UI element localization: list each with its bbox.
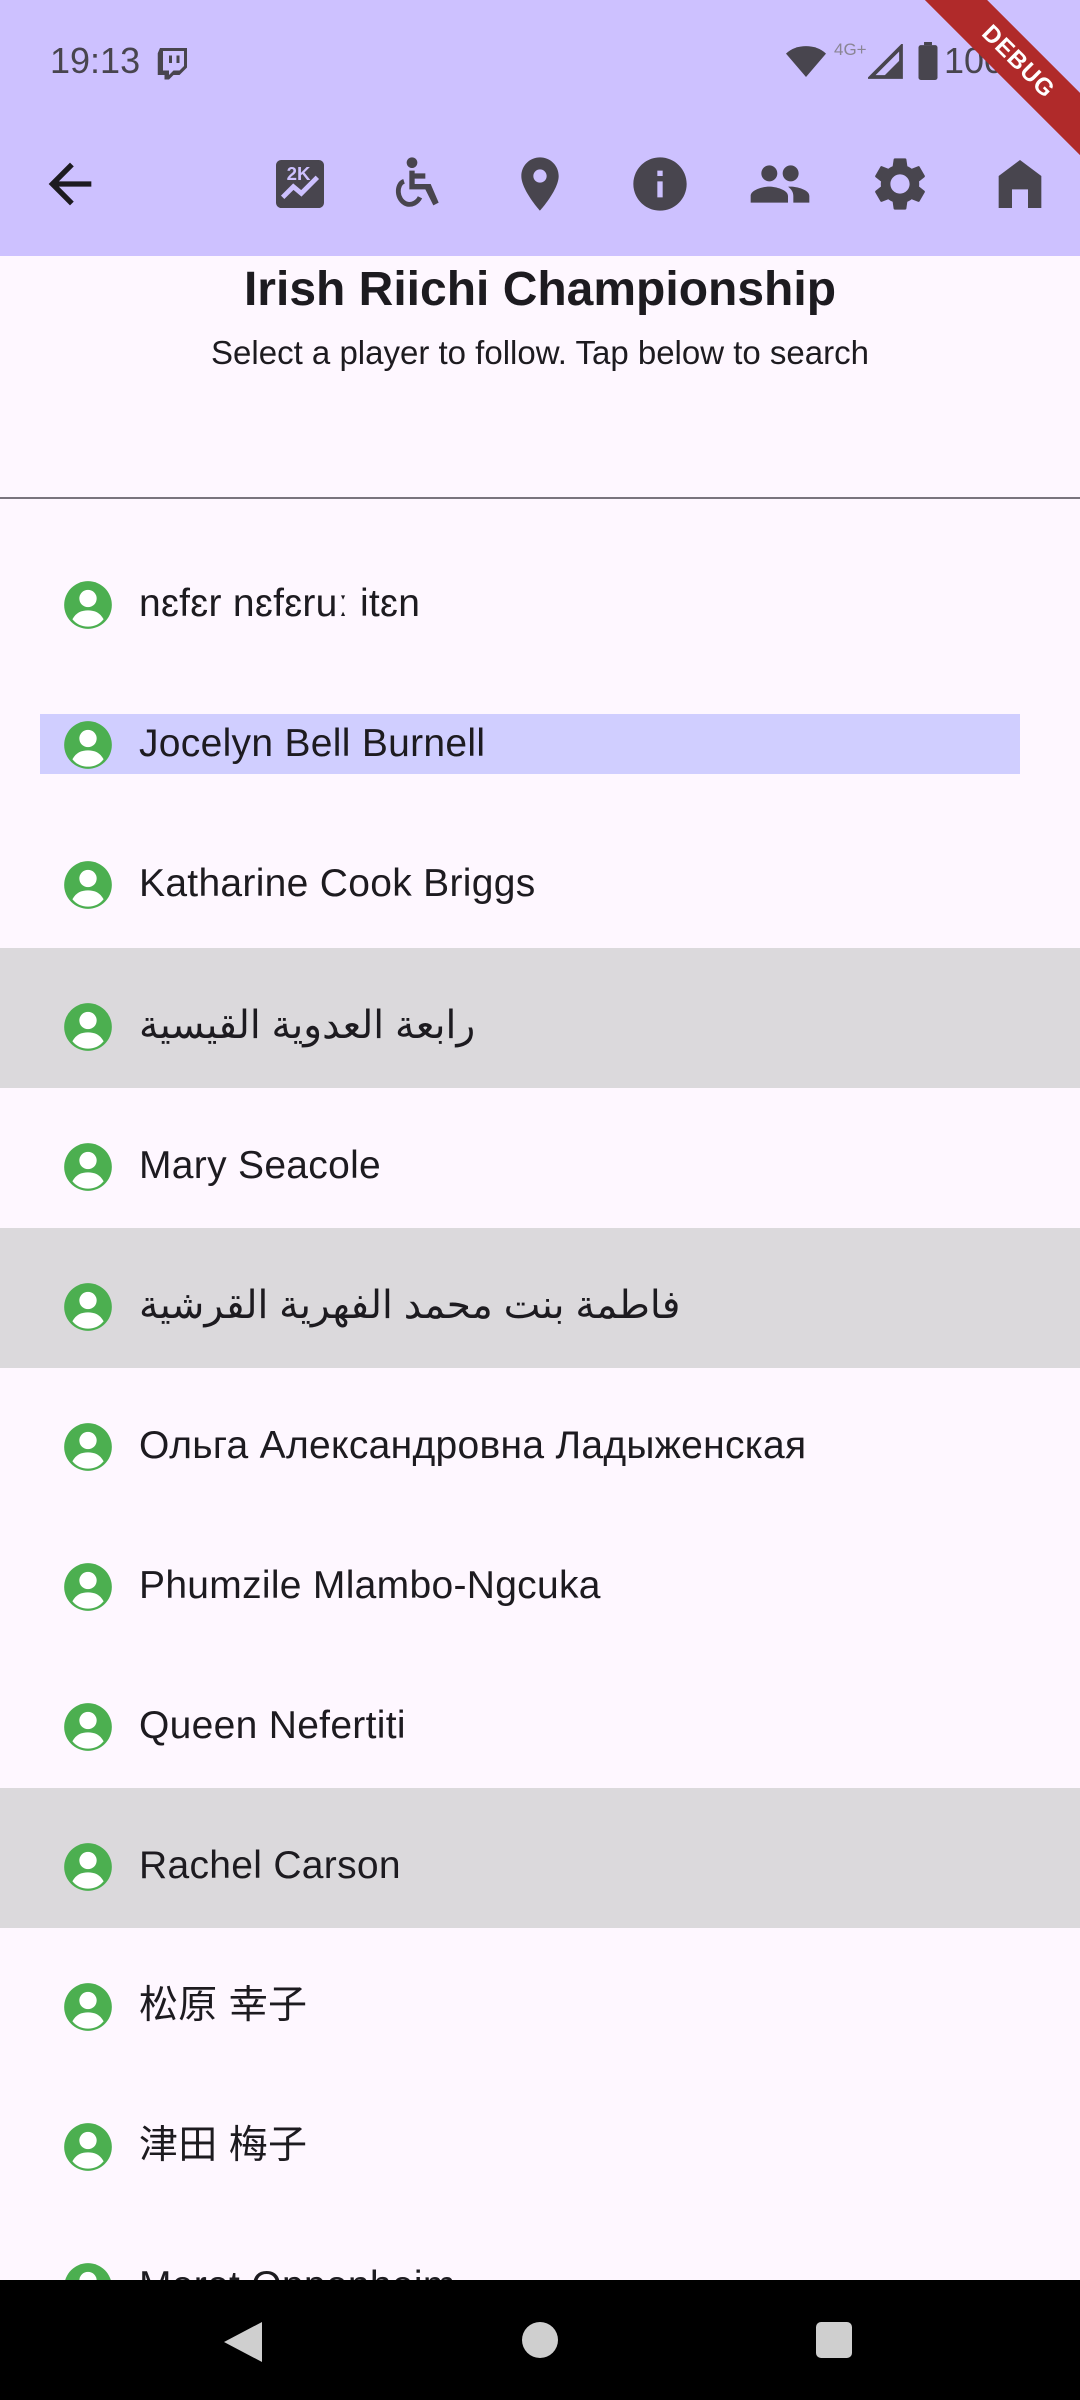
- person-icon: [64, 1563, 112, 1611]
- player-name: Katharine Cook Briggs: [139, 862, 536, 905]
- person-icon: [64, 2123, 112, 2171]
- person-icon: [64, 1843, 112, 1891]
- list-item-player-6[interactable]: فاطمة بنت محمد الفهرية القرشية: [0, 1228, 1080, 1368]
- list-item-player-11[interactable]: 松原 幸子: [0, 1928, 1080, 2068]
- player-name: 津田 梅子: [139, 2124, 308, 2167]
- players-icon: [750, 165, 810, 203]
- person-icon: [64, 861, 112, 909]
- players-button[interactable]: [748, 152, 812, 216]
- player-name: فاطمة بنت محمد الفهرية القرشية: [139, 1284, 681, 1327]
- page-title: Irish Riichi Championship: [243, 263, 837, 316]
- player-name: رابعة العدوية القيسية: [139, 1004, 476, 1047]
- settings-icon: [875, 158, 925, 210]
- network-type-label: 4G+: [834, 40, 867, 59]
- player-name: Rachel Carson: [139, 1844, 401, 1887]
- search-field-underline[interactable]: [0, 497, 1080, 499]
- player-name: Meret Oppenheim: [139, 2258, 456, 2280]
- recents-square-icon[interactable]: [816, 2322, 852, 2358]
- signal-icon: [868, 44, 903, 79]
- list-item-player-5[interactable]: Mary Seacole: [0, 1088, 1080, 1228]
- page-subtitle: Select a player to follow. Tap below to …: [211, 334, 869, 371]
- person-icon: [64, 1703, 112, 1751]
- rankings-button[interactable]: 2K: [268, 152, 332, 216]
- back-arrow-icon: [48, 162, 92, 206]
- wifi-icon: [786, 46, 826, 77]
- list-item-player-1[interactable]: nɛfɛr nɛfɛruː itɛn: [0, 526, 1080, 666]
- person-icon: [65, 2263, 111, 2280]
- list-item-player-3[interactable]: Katharine Cook Briggs: [0, 806, 1080, 946]
- rankings-icon: 2K: [276, 160, 324, 208]
- list-item-player-7[interactable]: Ольга Александровна Ладыженская: [0, 1368, 1080, 1508]
- person-icon: [64, 581, 112, 629]
- list-item-player-8[interactable]: Phumzile Mlambo-Ngcuka: [0, 1508, 1080, 1648]
- person-icon: [64, 1283, 112, 1331]
- list-item-player-4[interactable]: رابعة العدوية القيسية: [0, 948, 1080, 1088]
- player-name: Mary Seacole: [139, 1144, 382, 1187]
- player-name: Phumzile Mlambo-Ngcuka: [139, 1564, 601, 1607]
- player-name: nɛfɛr nɛfɛruː itɛn: [139, 582, 421, 625]
- status-time: 19:13: [50, 40, 141, 81]
- player-list: nɛfɛr nɛfɛruː itɛn Jocelyn Bell Burnell …: [0, 510, 1080, 2280]
- person-icon: [64, 1143, 112, 1191]
- info-button[interactable]: [628, 152, 692, 216]
- twitch-icon: [157, 48, 187, 80]
- back-button[interactable]: [38, 152, 102, 216]
- settings-button[interactable]: [868, 152, 932, 216]
- person-icon: [64, 1003, 112, 1051]
- location-icon: [521, 157, 559, 211]
- player-name: Queen Nefertiti: [139, 1704, 406, 1747]
- player-name: Jocelyn Bell Burnell: [139, 722, 486, 765]
- app-bar: 19:13 4G+ 100% DEBUG 2K: [0, 0, 1080, 256]
- home-icon: [998, 160, 1042, 208]
- svg-text:2K: 2K: [287, 163, 311, 184]
- info-icon: [633, 157, 687, 211]
- accessibility-icon: [395, 157, 439, 207]
- back-triangle-icon[interactable]: [222, 2320, 264, 2364]
- list-item-player-13[interactable]: Meret Oppenheim: [0, 2208, 1080, 2280]
- list-item-player-12[interactable]: 津田 梅子: [0, 2068, 1080, 2208]
- person-icon: [64, 1423, 112, 1471]
- accessibility-button[interactable]: [388, 152, 452, 216]
- location-button[interactable]: [508, 152, 572, 216]
- player-name: Ольга Александровна Ладыженская: [139, 1424, 807, 1467]
- list-item-player-10[interactable]: Rachel Carson: [0, 1788, 1080, 1928]
- person-icon: [64, 1983, 112, 2031]
- battery-icon: [918, 42, 938, 80]
- list-item-player-9[interactable]: Queen Nefertiti: [0, 1648, 1080, 1788]
- person-icon: [64, 721, 112, 769]
- list-item-player-2[interactable]: Jocelyn Bell Burnell: [0, 666, 1080, 806]
- home-button[interactable]: [988, 152, 1052, 216]
- player-name: 松原 幸子: [139, 1984, 308, 2027]
- home-circle-icon[interactable]: [522, 2322, 558, 2358]
